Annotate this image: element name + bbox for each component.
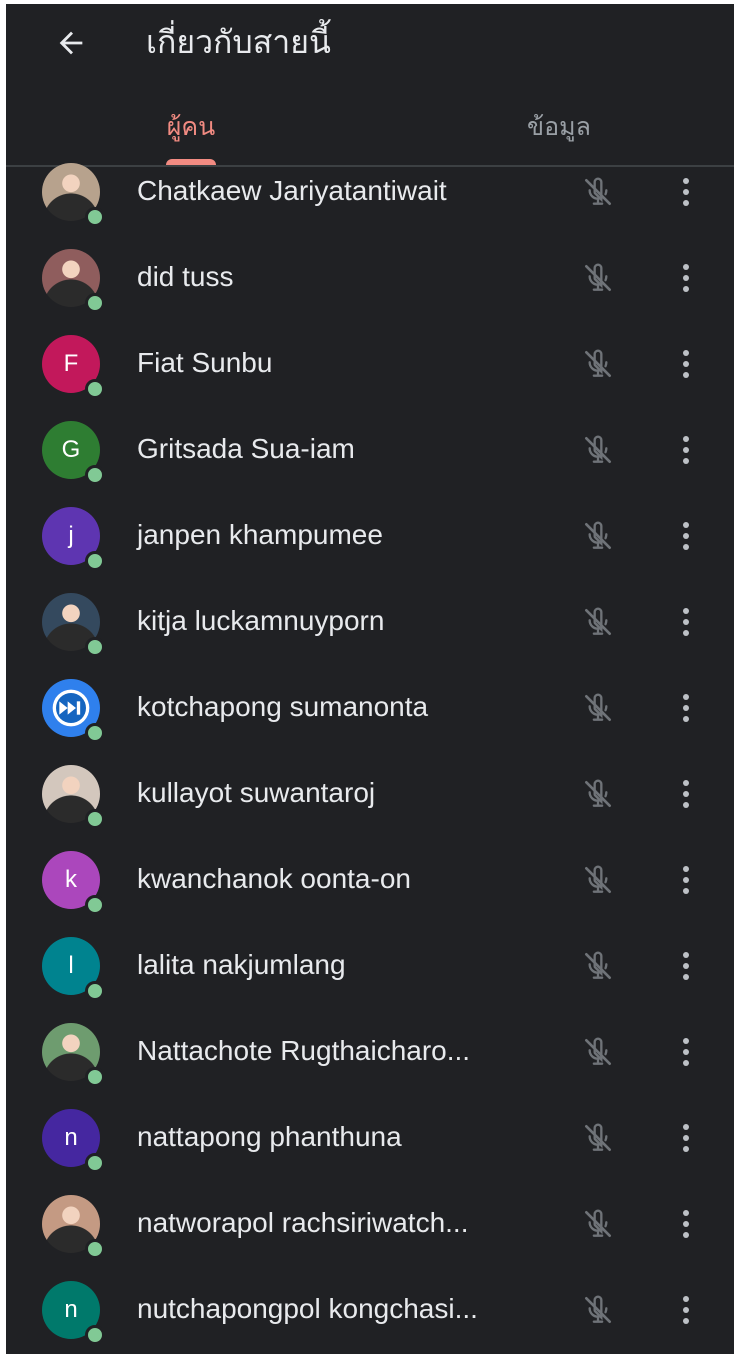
avatar-initial: n — [64, 1296, 78, 1323]
participant-name: nutchapongpol kongchasi... — [137, 1293, 478, 1324]
online-status-dot — [85, 1239, 105, 1259]
avatar-container: G — [42, 421, 105, 485]
online-status-dot — [85, 1325, 105, 1345]
avatar-container: k — [42, 851, 105, 915]
more-options-icon[interactable] — [670, 516, 702, 556]
avatar-container — [42, 163, 105, 227]
online-status-dot — [85, 1067, 105, 1087]
mic-off-icon[interactable] — [578, 860, 618, 900]
mic-off-icon[interactable] — [578, 688, 618, 728]
avatar-initial: G — [61, 436, 81, 463]
avatar-initial: n — [64, 1124, 78, 1151]
page-title: เกี่ยวกับสายนี้ — [146, 24, 331, 60]
participant-name: kwanchanok oonta-on — [137, 863, 411, 894]
mic-off-icon[interactable] — [578, 1032, 618, 1072]
avatar-initial: k — [65, 866, 77, 893]
participant-row[interactable]: Chatkaew Jariyatantiwait — [6, 149, 734, 235]
more-options-icon[interactable] — [670, 258, 702, 298]
participant-row[interactable]: G Gritsada Sua-iam — [6, 407, 734, 493]
more-options-icon[interactable] — [670, 430, 702, 470]
online-status-dot — [85, 293, 105, 313]
participant-row[interactable]: kotchapong sumanonta — [6, 665, 734, 751]
participant-name: kullayot suwantaroj — [137, 777, 376, 808]
more-options-icon[interactable] — [670, 946, 702, 986]
more-options-icon[interactable] — [670, 774, 702, 814]
avatar-container — [42, 765, 105, 829]
avatar-container: F — [42, 335, 105, 399]
online-status-dot — [85, 981, 105, 1001]
fast-forward-icon — [52, 689, 90, 727]
avatar-container — [42, 249, 105, 313]
participant-name: kitja luckamnuyporn — [137, 605, 385, 636]
avatar-container — [42, 679, 105, 743]
more-options-icon[interactable] — [670, 1204, 702, 1244]
online-status-dot — [85, 1153, 105, 1173]
participant-row[interactable]: Nattachote Rugthaicharo... — [6, 1009, 734, 1095]
participant-name: Chatkaew Jariyatantiwait — [137, 175, 447, 206]
avatar-container — [42, 1195, 105, 1259]
mic-off-icon[interactable] — [578, 1118, 618, 1158]
mic-off-icon[interactable] — [578, 344, 618, 384]
participant-row[interactable]: kullayot suwantaroj — [6, 751, 734, 837]
participant-name: nattapong phanthuna — [137, 1121, 402, 1152]
more-options-icon[interactable] — [670, 1290, 702, 1330]
more-options-icon[interactable] — [670, 602, 702, 642]
top-app-bar: เกี่ยวกับสายนี้ — [6, 4, 734, 84]
participant-row[interactable]: F Fiat Sunbu — [6, 321, 734, 407]
participant-row[interactable]: n nattapong phanthuna — [6, 1095, 734, 1181]
online-status-dot — [85, 207, 105, 227]
avatar-container — [42, 1023, 105, 1087]
online-status-dot — [85, 637, 105, 657]
mic-off-icon[interactable] — [578, 946, 618, 986]
more-options-icon[interactable] — [670, 1118, 702, 1158]
avatar-initial: j — [68, 522, 74, 549]
online-status-dot — [85, 723, 105, 743]
avatar-container: n — [42, 1281, 105, 1345]
participant-name: janpen khampumee — [137, 519, 383, 550]
mic-off-icon[interactable] — [578, 258, 618, 298]
participant-row[interactable]: k kwanchanok oonta-on — [6, 837, 734, 923]
participant-name: Gritsada Sua-iam — [137, 433, 355, 464]
more-options-icon[interactable] — [670, 172, 702, 212]
mic-off-icon[interactable] — [578, 430, 618, 470]
participant-row[interactable]: did tuss — [6, 235, 734, 321]
back-button[interactable] — [46, 18, 96, 68]
mic-off-icon[interactable] — [578, 1290, 618, 1330]
online-status-dot — [85, 465, 105, 485]
participant-row[interactable]: natworapol rachsiriwatch... — [6, 1181, 734, 1267]
arrow-left-icon — [59, 31, 83, 55]
mic-off-icon[interactable] — [578, 602, 618, 642]
participant-list: Chatkaew Jariyatantiwait did tuss F Fiat Su… — [6, 149, 734, 1353]
mic-off-icon[interactable] — [578, 172, 618, 212]
online-status-dot — [85, 551, 105, 571]
participant-name: kotchapong sumanonta — [137, 691, 429, 722]
participant-row[interactable]: n nutchapongpol kongchasi... — [6, 1267, 734, 1353]
more-options-icon[interactable] — [670, 1032, 702, 1072]
mic-off-icon[interactable] — [578, 1204, 618, 1244]
avatar-container: j — [42, 507, 105, 571]
online-status-dot — [85, 379, 105, 399]
participant-row[interactable]: l lalita nakjumlang — [6, 923, 734, 1009]
participant-name: did tuss — [137, 261, 234, 292]
avatar-container: n — [42, 1109, 105, 1173]
avatar-container: l — [42, 937, 105, 1001]
call-details-screen: เกี่ยวกับสายนี้ ผู้คน ข้อมูล Chatkaew Ja… — [6, 4, 734, 1354]
mic-off-icon[interactable] — [578, 516, 618, 556]
online-status-dot — [85, 809, 105, 829]
more-options-icon[interactable] — [670, 344, 702, 384]
more-options-icon[interactable] — [670, 860, 702, 900]
avatar-initial: F — [63, 350, 79, 377]
participant-name: natworapol rachsiriwatch... — [137, 1207, 469, 1238]
mic-off-icon[interactable] — [578, 774, 618, 814]
participant-name: Fiat Sunbu — [137, 347, 273, 378]
participant-row[interactable]: kitja luckamnuyporn — [6, 579, 734, 665]
online-status-dot — [85, 895, 105, 915]
participant-name: Nattachote Rugthaicharo... — [137, 1035, 471, 1066]
more-options-icon[interactable] — [670, 688, 702, 728]
avatar-container — [42, 593, 105, 657]
avatar-initial: l — [68, 952, 74, 979]
participant-name: lalita nakjumlang — [137, 949, 346, 980]
participant-row[interactable]: j janpen khampumee — [6, 493, 734, 579]
